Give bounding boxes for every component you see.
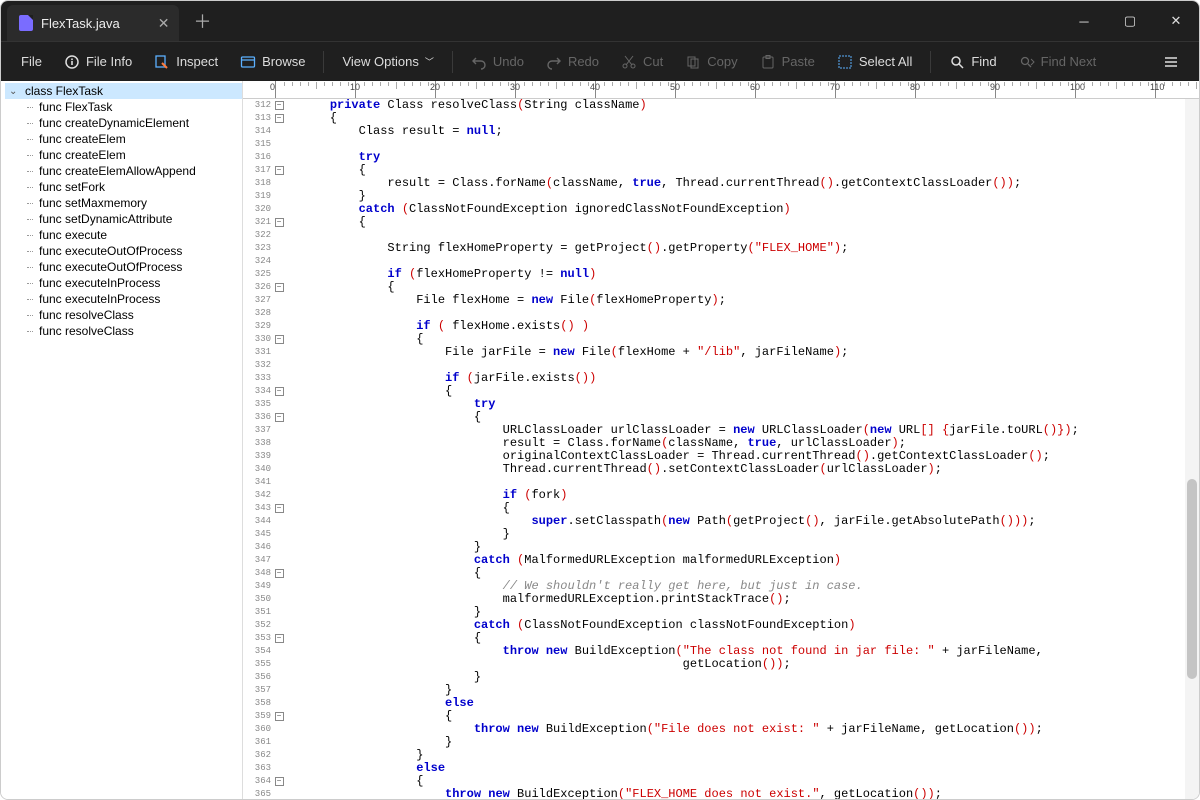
undo-icon	[471, 54, 487, 70]
outline-root-label: class FlexTask	[25, 84, 103, 98]
undo-button[interactable]: Undo	[461, 48, 534, 76]
outline-item[interactable]: func resolveClass	[25, 323, 242, 339]
outline-item[interactable]: func executeInProcess	[25, 291, 242, 307]
outline-item[interactable]: func setDynamicAttribute	[25, 211, 242, 227]
outline-item[interactable]: func executeOutOfProcess	[25, 259, 242, 275]
chevron-down-icon: ⌄	[9, 86, 21, 97]
toolbar: File File Info Inspect Browse View Optio…	[1, 41, 1199, 81]
outline-root[interactable]: ⌄ class FlexTask	[5, 83, 242, 99]
cut-icon	[621, 54, 637, 70]
fold-gutter[interactable]: −−−−−−−−−−−−−	[273, 99, 285, 799]
redo-icon	[546, 54, 562, 70]
paste-button[interactable]: Paste	[750, 48, 825, 76]
cut-button[interactable]: Cut	[611, 48, 673, 76]
scroll-thumb[interactable]	[1187, 479, 1197, 679]
fileinfo-button[interactable]: File Info	[54, 48, 142, 76]
close-tab-icon[interactable]: ✕	[158, 15, 170, 32]
outline-item[interactable]: func setFork	[25, 179, 242, 195]
inspect-icon	[154, 54, 170, 70]
code-editor[interactable]: 0102030405060708090100110 31231331431531…	[243, 81, 1199, 799]
info-icon	[64, 54, 80, 70]
outline-item[interactable]: func executeOutOfProcess	[25, 243, 242, 259]
copy-icon	[685, 54, 701, 70]
search-icon	[949, 54, 965, 70]
close-window-button[interactable]: ✕	[1153, 1, 1199, 41]
outline-item[interactable]: func FlexTask	[25, 99, 242, 115]
viewoptions-menu[interactable]: View Options ﹀	[332, 48, 443, 75]
code-content[interactable]: private Class resolveClass(String classN…	[285, 99, 1199, 799]
redo-button[interactable]: Redo	[536, 48, 609, 76]
outline-item[interactable]: func resolveClass	[25, 307, 242, 323]
copy-button[interactable]: Copy	[675, 48, 747, 76]
outline-item[interactable]: func createElem	[25, 147, 242, 163]
search-next-icon	[1019, 54, 1035, 70]
maximize-button[interactable]: ▢	[1107, 1, 1153, 41]
paste-icon	[760, 54, 776, 70]
findnext-button[interactable]: Find Next	[1009, 48, 1107, 76]
outline-item[interactable]: func executeInProcess	[25, 275, 242, 291]
file-icon	[19, 15, 33, 31]
new-tab-button[interactable]: ＋	[193, 8, 211, 34]
menu-button[interactable]	[1153, 48, 1189, 76]
browse-button[interactable]: Browse	[230, 48, 315, 76]
selectall-button[interactable]: Select All	[827, 48, 922, 76]
minimize-button[interactable]: ─	[1061, 1, 1107, 41]
line-gutter: 3123133143153163173183193203213223233243…	[243, 99, 273, 799]
outline-item[interactable]: func execute	[25, 227, 242, 243]
outline-item[interactable]: func createElem	[25, 131, 242, 147]
hamburger-icon	[1163, 54, 1179, 70]
file-menu[interactable]: File	[11, 48, 52, 75]
vertical-scrollbar[interactable]	[1185, 99, 1199, 799]
selectall-icon	[837, 54, 853, 70]
find-button[interactable]: Find	[939, 48, 1006, 76]
chevron-down-icon: ﹀	[425, 55, 434, 68]
file-tab[interactable]: FlexTask.java ✕	[7, 5, 179, 41]
outline-sidebar[interactable]: ⌄ class FlexTask func FlexTaskfunc creat…	[1, 81, 243, 799]
outline-item[interactable]: func createDynamicElement	[25, 115, 242, 131]
browse-icon	[240, 54, 256, 70]
outline-item[interactable]: func createElemAllowAppend	[25, 163, 242, 179]
inspect-button[interactable]: Inspect	[144, 48, 228, 76]
outline-item[interactable]: func setMaxmemory	[25, 195, 242, 211]
titlebar: FlexTask.java ✕ ＋ ─ ▢ ✕	[1, 1, 1199, 41]
ruler: 0102030405060708090100110	[243, 81, 1199, 99]
tab-title: FlexTask.java	[41, 16, 120, 31]
